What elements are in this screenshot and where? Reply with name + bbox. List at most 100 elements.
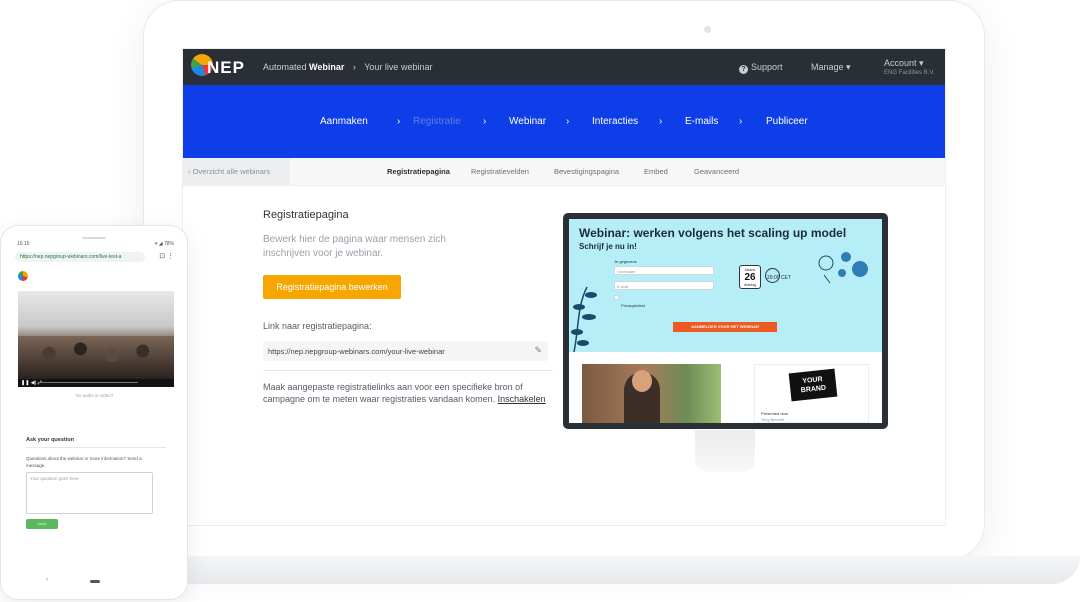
wizard-step-aanmaken[interactable]: Aanmaken bbox=[320, 116, 368, 127]
breadcrumb-current: Your live webinar bbox=[364, 62, 433, 72]
video-progress-bar[interactable] bbox=[38, 382, 138, 383]
tab-geavanceerd[interactable]: Geavanceerd bbox=[694, 167, 739, 176]
product-showcase: NEP Automated Webinar › Your live webina… bbox=[0, 0, 1080, 602]
brand-logo: YOUR BRAND bbox=[788, 368, 838, 402]
leaf-decoration-icon bbox=[571, 286, 597, 352]
phone-video-player[interactable] bbox=[18, 291, 174, 379]
manage-dropdown[interactable]: Manage ▾ bbox=[811, 62, 851, 73]
registration-page-preview: Webinar: werken volgens het scaling up m… bbox=[569, 219, 882, 423]
wizard-step-interacties[interactable]: Interacties bbox=[592, 116, 638, 127]
chevron-left-icon: ‹ bbox=[188, 167, 191, 176]
home-nav-icon[interactable] bbox=[90, 580, 100, 583]
custom-links-note: Maak aangepaste registratielinks aan voo… bbox=[263, 381, 563, 405]
wizard-steps: Aanmaken › Registratie › Webinar › Inter… bbox=[183, 85, 945, 158]
page-description: Bewerk hier de pagina waar mensen zich i… bbox=[263, 234, 446, 259]
calendar-icon: Maand 26 dinsdag bbox=[739, 265, 761, 289]
preview-monitor: Webinar: werken volgens het scaling up m… bbox=[563, 213, 888, 429]
phone-status-bar: 16:15 ▾ ◢ 78% bbox=[11, 239, 178, 249]
registration-url-text: https://nep.nepgroup-webinars.com/your-l… bbox=[268, 347, 445, 356]
laptop-camera bbox=[704, 26, 711, 33]
laptop-base bbox=[100, 556, 1080, 584]
gears-decoration-icon bbox=[818, 252, 868, 284]
question-textarea[interactable]: Your question goes here bbox=[26, 472, 153, 514]
breadcrumb-prefix[interactable]: Automated bbox=[263, 62, 307, 72]
status-indicators: ▾ ◢ 78% bbox=[154, 241, 174, 247]
account-organization: ENG Facilities B.V. bbox=[884, 70, 935, 76]
wizard-step-webinar[interactable]: Webinar bbox=[509, 116, 546, 127]
divider bbox=[26, 447, 166, 448]
wizard-step-emails[interactable]: E-mails bbox=[685, 116, 718, 127]
sub-tabs: ‹ Overzicht alle webinars Registratiepag… bbox=[183, 158, 945, 186]
browser-menu-icon[interactable]: ⊡ ⋮ bbox=[159, 252, 174, 260]
chevron-right-icon: › bbox=[483, 116, 487, 127]
breadcrumb-separator: › bbox=[352, 62, 356, 72]
top-navigation-bar: NEP Automated Webinar › Your live webina… bbox=[183, 49, 945, 85]
help-icon: ? bbox=[739, 65, 748, 74]
tab-registratievelden[interactable]: Registratievelden bbox=[471, 167, 529, 176]
no-audio-link[interactable]: No audio or video? bbox=[11, 393, 178, 398]
manage-label: Manage bbox=[811, 62, 844, 72]
logo-text: NEP bbox=[207, 58, 245, 77]
tab-embed[interactable]: Embed bbox=[644, 167, 668, 176]
chevron-right-icon: › bbox=[397, 116, 401, 127]
edit-registration-page-button[interactable]: Registratiepagina bewerken bbox=[263, 275, 401, 299]
back-tab-label: Overzicht alle webinars bbox=[192, 167, 271, 176]
divider bbox=[263, 370, 553, 371]
ask-question-title: Ask your question bbox=[26, 437, 74, 443]
preview-email-input: E-mail bbox=[614, 281, 714, 290]
account-dropdown[interactable]: Account ▾ ENG Facilities B.V. bbox=[884, 58, 934, 78]
tab-bevestigingspagina[interactable]: Bevestigingspagina bbox=[554, 167, 619, 176]
preview-checkbox bbox=[614, 295, 619, 300]
preview-privacy: Privacybeleid bbox=[621, 303, 645, 308]
preview-monitor-stand bbox=[695, 430, 755, 472]
enable-custom-links-link[interactable]: Inschakelen bbox=[498, 394, 546, 404]
phone-logo-icon bbox=[18, 271, 28, 281]
wizard-step-registratie[interactable]: Registratie bbox=[413, 116, 461, 127]
wizard-step-publiceer[interactable]: Publiceer bbox=[766, 116, 808, 127]
presenter-face bbox=[632, 370, 652, 392]
video-controls-icons[interactable]: ❚❚ ◀) ⤢ bbox=[21, 380, 42, 386]
chevron-right-icon: › bbox=[566, 116, 570, 127]
account-label: Account bbox=[884, 58, 917, 68]
video-controls[interactable]: ❚❚ ◀) ⤢ bbox=[18, 379, 174, 387]
send-question-button[interactable]: send bbox=[26, 519, 58, 529]
phone-frame: 16:15 ▾ ◢ 78% https://nep.nepgroup-webin… bbox=[0, 225, 188, 600]
phone-navigation-bar: ‹ bbox=[1, 575, 187, 589]
preview-title: Webinar: werken volgens het scaling up m… bbox=[579, 226, 847, 240]
preview-time: 20:00 CET bbox=[767, 275, 791, 281]
breadcrumb-product[interactable]: Webinar bbox=[309, 62, 344, 72]
chevron-down-icon: ▾ bbox=[919, 58, 924, 68]
preview-form-label: Je gegevens bbox=[614, 259, 637, 264]
back-nav-icon[interactable]: ‹ bbox=[46, 577, 48, 583]
custom-links-text: Maak aangepaste registratielinks aan voo… bbox=[263, 382, 523, 404]
calendar-weekday: dinsdag bbox=[743, 283, 757, 287]
preview-video-thumbnail bbox=[582, 364, 721, 423]
preview-presented-by: Presented door bbox=[761, 411, 789, 416]
calendar-day: 26 bbox=[744, 272, 756, 283]
tab-registratiepagina[interactable]: Registratiepagina bbox=[387, 167, 450, 176]
audience-image bbox=[18, 336, 174, 379]
laptop-screen: NEP Automated Webinar › Your live webina… bbox=[182, 48, 946, 526]
chevron-right-icon: › bbox=[739, 116, 743, 127]
status-time: 16:15 bbox=[17, 241, 30, 247]
registration-url-field[interactable]: https://nep.nepgroup-webinars.com/your-l… bbox=[263, 341, 548, 361]
ask-question-message: Questions about the webinar or more info… bbox=[26, 456, 142, 468]
preview-presenter-name: Tony Bennett bbox=[761, 417, 785, 422]
chevron-right-icon: › bbox=[659, 116, 663, 127]
nep-logo[interactable]: NEP bbox=[191, 54, 245, 80]
preview-subtitle: Schrijf je nu in! bbox=[579, 242, 637, 251]
preview-brand-card: YOUR BRAND Presented door Tony Bennett bbox=[754, 364, 869, 423]
preview-hero: Webinar: werken volgens het scaling up m… bbox=[569, 219, 882, 352]
back-to-overview-tab[interactable]: ‹ Overzicht alle webinars bbox=[183, 158, 290, 186]
support-link[interactable]: ? Support bbox=[739, 62, 783, 74]
phone-screen: 16:15 ▾ ◢ 78% https://nep.nepgroup-webin… bbox=[11, 239, 178, 587]
pencil-icon[interactable]: ✎ bbox=[534, 345, 542, 356]
chevron-down-icon: ▾ bbox=[846, 62, 851, 72]
page-title: Registratiepagina bbox=[263, 209, 349, 221]
preview-register-button: AANMELDEN VOOR HET WEBINAR bbox=[673, 322, 777, 332]
support-label: Support bbox=[751, 62, 783, 72]
breadcrumb: Automated Webinar › Your live webinar bbox=[263, 62, 432, 72]
browser-address-bar[interactable]: https://nep.nepgroup-webinars.com/live-t… bbox=[15, 252, 145, 262]
preview-name-input: Voornaam bbox=[614, 266, 714, 275]
main-content: Registratiepagina Bewerk hier de pagina … bbox=[183, 186, 945, 525]
